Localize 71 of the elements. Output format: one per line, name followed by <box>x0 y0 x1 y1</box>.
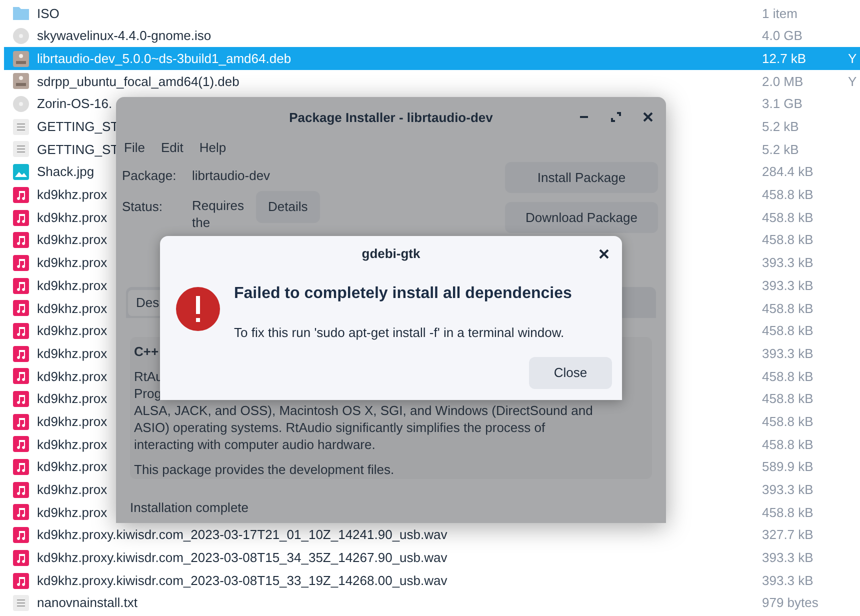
dialog-title: gdebi-gtk <box>362 245 420 264</box>
file-name: kd9khz.prox <box>37 504 108 522</box>
file-name: kd9khz.proxy.kiwisdr.com_2023-03-08T15_34_35Z_14267.90_usb.wav <box>37 549 448 568</box>
dialog-message: To fix this run 'sudo apt-get install -f' in a terminal window. <box>234 324 566 342</box>
status-text: Requires <box>192 197 246 214</box>
file-name: kd9khz.prox <box>37 276 108 295</box>
file-size: 589.9 kB <box>762 458 814 476</box>
file-size: 12.7 kB <box>762 50 808 68</box>
file-size: 458.8 kB <box>762 231 814 250</box>
file-size: 5.2 kB <box>762 140 800 159</box>
file-name: kd9khz.prox <box>37 344 108 363</box>
package-label: Package: <box>122 167 178 186</box>
installer-status: Installation complete <box>130 500 249 514</box>
file-name: kd9khz.prox <box>37 436 108 454</box>
file-size: 2.0 MB <box>762 72 804 91</box>
description-text: ALSA, JACK, and OSS), Macintosh OS X, SGI, and Windows (DirectSound and <box>134 402 593 419</box>
file-name: GETTING_ST <box>37 140 119 159</box>
description-text: interacting with computer audio hardware. <box>134 436 376 453</box>
file-name: librtaudio-dev_5.0.0~ds-3build1_amd64.deb <box>37 50 292 68</box>
file-name: skywavelinux-4.4.0-gnome.iso <box>37 27 212 46</box>
file-size: 5.2 kB <box>762 118 800 136</box>
file-name: kd9khz.prox <box>37 458 108 476</box>
file-name: kd9khz.prox <box>37 412 108 431</box>
file-size: 458.8 kB <box>762 300 814 318</box>
file-name: kd9khz.prox <box>37 390 108 408</box>
file-size: 458.8 kB <box>762 504 814 522</box>
file-name: sdrpp_ubuntu_focal_amd64(1).deb <box>37 72 240 91</box>
file-size: 393.3 kB <box>762 481 814 500</box>
file-size: 1 item <box>762 4 798 23</box>
status-text: the <box>192 214 212 231</box>
window-title: Package Installer - librtaudio-dev <box>289 109 493 128</box>
file-size: 393.3 kB <box>762 572 814 590</box>
file-size: 458.8 kB <box>762 412 814 431</box>
file-name: kd9khz.proxy.kiwisdr.com_2023-03-17T21_01_10Z_14241.90_usb.wav <box>37 526 448 544</box>
file-name: kd9khz.prox <box>37 254 108 272</box>
file-name: kd9khz.proxy.kiwisdr.com_2023-03-08T15_33_19Z_14268.00_usb.wav <box>37 572 448 590</box>
file-size: 458.8 kB <box>762 390 814 408</box>
file-size: 3.1 GB <box>762 95 804 114</box>
file-column-text: Y <box>848 72 857 91</box>
file-size: 284.4 kB <box>762 163 814 182</box>
file-name: kd9khz.prox <box>37 208 108 227</box>
dialog-heading: Failed to completely install all dependencies <box>234 284 572 304</box>
description-note: This package provides the development files. <box>134 461 396 478</box>
file-size: 327.7 kB <box>762 526 814 544</box>
file-size: 393.3 kB <box>762 549 814 568</box>
file-size: 979 bytes <box>762 594 820 612</box>
file-size: 458.8 kB <box>762 186 814 204</box>
description-heading: C++ <box>134 343 160 360</box>
file-size: 4.0 GB <box>762 27 804 46</box>
file-name: kd9khz.prox <box>37 231 108 250</box>
file-size: 393.3 kB <box>762 344 814 363</box>
file-name: kd9khz.prox <box>37 186 108 204</box>
file-name: Shack.jpg <box>37 163 94 182</box>
file-name: kd9khz.prox <box>37 300 108 318</box>
file-name: ISO <box>37 4 60 23</box>
file-size: 458.8 kB <box>762 436 814 454</box>
file-size: 458.8 kB <box>762 322 814 340</box>
file-name: nanovnainstall.txt <box>37 594 138 612</box>
file-size: 393.3 kB <box>762 254 814 272</box>
file-name: kd9khz.prox <box>37 368 108 386</box>
file-name: kd9khz.prox <box>37 322 108 340</box>
file-size: 458.8 kB <box>762 368 814 386</box>
file-name: Zorin-OS-16. <box>37 95 112 114</box>
file-size: 458.8 kB <box>762 208 814 227</box>
file-size: 393.3 kB <box>762 276 814 295</box>
description-text: ASIO) operating systems. RtAudio significantly simplifies the process of <box>134 419 546 436</box>
file-name: kd9khz.prox <box>37 481 108 500</box>
file-name: GETTING_ST <box>37 118 119 136</box>
file-column-text: Y <box>848 50 857 68</box>
status-label: Status: <box>122 198 164 216</box>
package-name: librtaudio-dev <box>192 167 270 186</box>
